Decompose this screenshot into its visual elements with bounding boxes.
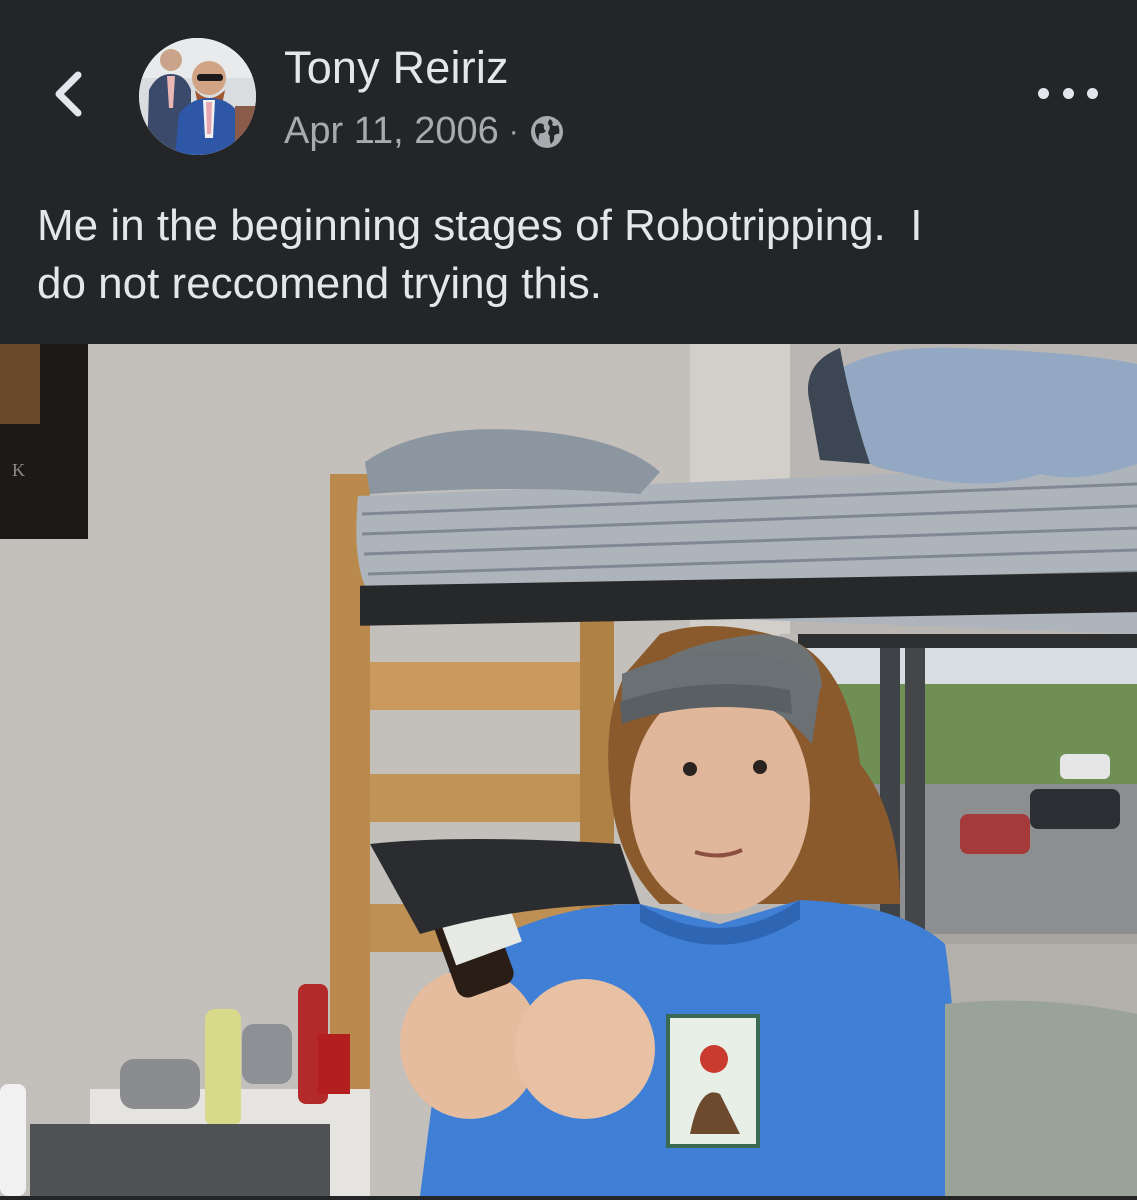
- post-photo[interactable]: K: [0, 344, 1137, 1196]
- avatar[interactable]: [139, 38, 256, 155]
- poster-text: K: [12, 460, 25, 480]
- photo-illustration: K: [0, 344, 1137, 1196]
- more-horizontal-icon: [1062, 87, 1074, 99]
- more-horizontal-icon: [1087, 87, 1098, 99]
- more-options-button[interactable]: [1038, 78, 1098, 108]
- post-header: Tony Reiriz Apr 11, 2006 ·: [0, 0, 1137, 170]
- back-button[interactable]: [42, 64, 94, 124]
- post-text: Me in the beginning stages of Robotrippi…: [37, 201, 923, 308]
- chevron-left-icon: [55, 71, 82, 117]
- avatar-photo: [139, 38, 256, 155]
- post-screen: Tony Reiriz Apr 11, 2006 · Me in the beg…: [0, 0, 1137, 1200]
- more-horizontal-icon: [1038, 87, 1049, 99]
- globe-icon[interactable]: [529, 114, 565, 150]
- post-date[interactable]: Apr 11, 2006: [284, 110, 499, 153]
- post-meta: Apr 11, 2006 ·: [284, 110, 565, 153]
- author-name[interactable]: Tony Reiriz: [284, 42, 509, 94]
- meta-separator: ·: [508, 114, 519, 148]
